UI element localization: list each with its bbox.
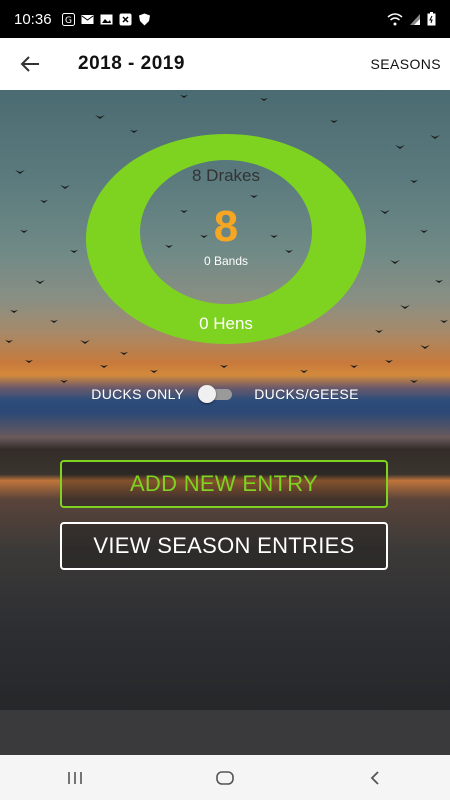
species-toggle[interactable] — [198, 385, 234, 403]
hens-count: 0 Hens — [199, 314, 253, 333]
total-count: 8 — [213, 202, 239, 251]
page-title: 2018 - 2019 — [78, 53, 185, 74]
system-nav-bar — [0, 755, 450, 800]
arrow-left-icon — [20, 56, 39, 72]
toggle-knob — [198, 385, 217, 403]
shield-icon — [138, 13, 150, 25]
google-icon: G — [61, 12, 75, 26]
home-icon — [216, 770, 234, 785]
notification-icons: G — [61, 12, 151, 26]
gmail-icon — [81, 14, 94, 24]
add-new-entry-button[interactable]: ADD NEW ENTRY — [60, 460, 388, 508]
background-scene: 8 Drakes 8 0 Bands 0 Hens DUCKS ONLY DUC… — [0, 90, 450, 710]
home-button[interactable] — [205, 758, 245, 798]
back-icon — [370, 770, 379, 785]
harvest-summary-ring: 8 Drakes 8 0 Bands 0 Hens — [86, 134, 366, 344]
drakes-count: 8 Drakes — [191, 166, 261, 185]
toggle-label-ducks-only: DUCKS ONLY — [91, 386, 185, 402]
x-box-icon — [119, 13, 132, 25]
toggle-label-ducks-geese: DUCKS/GEESE — [254, 386, 359, 402]
view-season-entries-button[interactable]: VIEW SEASON ENTRIES — [60, 522, 388, 570]
app-bar: 2018 - 2019 SEASONS — [0, 38, 450, 90]
signal-icon — [410, 13, 420, 25]
bands-count: 0 Bands — [203, 254, 249, 268]
back-button[interactable] — [0, 38, 60, 90]
status-time: 10:36 — [14, 10, 52, 28]
status-bar: 10:36 G — [0, 0, 450, 38]
wifi-icon — [387, 12, 403, 25]
svg-text:G: G — [65, 16, 72, 26]
gallery-icon — [100, 14, 113, 24]
species-toggle-row: DUCKS ONLY DUCKS/GEESE — [0, 385, 450, 403]
recents-button[interactable] — [55, 758, 95, 798]
back-nav-button[interactable] — [355, 758, 395, 798]
seasons-button[interactable]: SEASONS — [371, 56, 442, 72]
recents-icon — [68, 771, 82, 784]
bottom-strip — [0, 710, 450, 755]
battery-icon — [427, 12, 436, 26]
